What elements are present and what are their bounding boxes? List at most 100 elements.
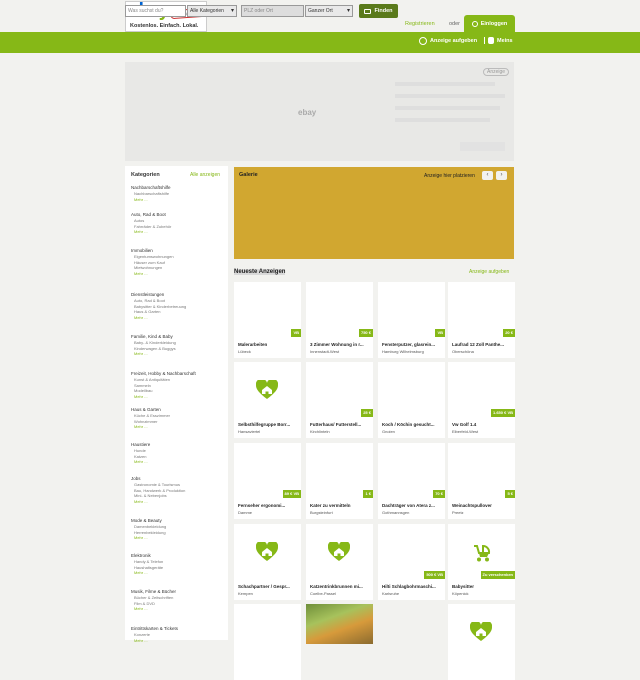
listing-location: Kempen [238,591,253,596]
show-all-link[interactable]: Alle anzeigen [190,172,220,178]
price-badge: 70 € [433,490,445,498]
gallery-panel: Galerie Anzeige hier platzieren ‹ › [234,167,514,259]
listing-title[interactable]: Koch / Köchin gesucht... [382,422,444,427]
listing-card[interactable]: Selbsthilfegruppe Borr... Hansaviertel [234,362,301,438]
more-link[interactable]: Mehr ... [131,570,225,576]
gallery-cta-link[interactable]: Anzeige hier platzieren [424,173,475,179]
more-link[interactable]: Mehr ... [131,459,225,465]
price-badge: VB [291,329,301,337]
ad-banner[interactable] [125,62,514,161]
listing-title[interactable]: Fensterputzer, glasrein... [382,342,444,347]
listing-location: Damme [238,510,253,515]
post-ad-link[interactable]: Anzeige aufgeben [469,269,509,275]
listing-card[interactable]: 750 € 3 Zimmer Wohnung in r... Innenstadt-… [306,282,373,358]
listing-title[interactable]: Katzentrinkbrunnen mi... [310,584,372,589]
listing-title[interactable]: Laufrad 12 Zoll Panthe... [452,342,514,347]
listing-title[interactable]: 3 Zimmer Wohnung in r... [310,342,372,347]
more-link[interactable]: Mehr ... [131,197,225,203]
more-link[interactable]: Mehr ... [131,394,225,400]
next-arrow-icon[interactable]: › [496,171,507,180]
price-badge: 1 € [363,490,373,498]
listing-location: Coelbe-Passel [310,591,337,596]
category-group: Musik, Filme & Bücher Bücher & Zeitschrif… [131,589,225,612]
heart-house-icon [327,540,351,562]
more-link[interactable]: Mehr ... [131,638,225,644]
post-ad-button[interactable]: Anzeige aufgeben [419,37,477,45]
listing-card[interactable] [448,604,515,680]
radius-select[interactable]: Ganzer Ort [305,5,353,17]
listing-location: Lübeck [238,349,251,354]
listing-card[interactable]: 70 € Dachträger von Atera z... Gothmannsge… [378,443,445,519]
listing-location: Karlsruhe [382,591,400,596]
sidebar-heading: Kategorien [131,172,160,178]
listing-photo [306,604,373,644]
listing-card[interactable]: 25 € Futterhaus/ Futterstell... Kirchlinte… [306,362,373,438]
listing-title[interactable]: Fernseher ergonomi... [238,503,300,508]
more-link[interactable]: Mehr ... [131,424,225,430]
more-link[interactable]: Mehr ... [131,535,225,541]
listing-card[interactable]: Zu verschenken Babysitter Köpenick [448,524,515,600]
listing-location: Hamburg Wilhelmsburg [382,349,424,354]
listing-card[interactable]: 20 € Laufrad 12 Zoll Panthe... Oberschöna [448,282,515,358]
listing-card[interactable]: VB Malerarbeiten Lübeck [234,282,301,358]
listing-title[interactable]: Kater zu vermitteln [310,503,372,508]
category-group: Haustiere Hunde Katzen Mehr ... [131,442,225,465]
listing-card[interactable] [234,604,301,680]
price-badge: 5 € [505,490,515,498]
login-button[interactable]: Einloggen [464,15,515,32]
listing-title[interactable]: Vw Golf 1.4 [452,422,514,427]
more-link[interactable]: Mehr ... [131,351,225,357]
listing-card[interactable] [306,604,373,680]
category-group: Freizeit, Hobby & Nachbarschaft Kunst & A… [131,371,225,399]
heart-house-icon [255,540,279,562]
listing-title[interactable]: Selbsthilfegruppe Borr... [238,422,300,427]
search-input[interactable]: Was suchst du? [125,5,186,17]
price-badge: 25 € [361,409,373,417]
listing-title[interactable]: Weinachtspullover [452,503,514,508]
listing-location: Köpenick [452,591,469,596]
listing-card[interactable]: VB Fensterputzer, glasrein... Hamburg Wilh… [378,282,445,358]
listing-image [234,524,301,582]
listing-title[interactable]: Hilti Schlagbohrmaschi... [382,584,444,589]
listing-card[interactable]: 5 € Weinachtspullover Preetz [448,443,515,519]
mine-button[interactable]: Meins [484,37,513,44]
search-bar [0,32,640,53]
listing-title[interactable]: Dachträger von Atera z... [382,503,444,508]
listing-title[interactable]: Futterhaus/ Futterstell... [310,422,372,427]
post-ad-label: Anzeige aufgeben [430,38,478,44]
newest-heading: Neueste Anzeigen [234,269,286,275]
listing-title[interactable]: Malerarbeiten [238,342,300,347]
location-input[interactable]: PLZ oder Ort [241,5,304,17]
listing-card[interactable]: 1.650 € VB Vw Golf 1.4 Elberfeld-West [448,362,515,438]
listing-image [448,604,515,662]
price-badge: 750 € [358,329,373,337]
find-button[interactable]: Finden [359,4,398,18]
listing-card[interactable]: 89 € VB Fernseher ergonomi... Damme [234,443,301,519]
user-icon [471,20,478,27]
listing-card[interactable]: 500 € VB Hilti Schlagbohrmaschi... Karlsru… [378,524,445,600]
listing-card[interactable]: Koch / Köchin gesucht... Gnoien [378,362,445,438]
listing-title[interactable]: Schachpartner / Gespr... [238,584,300,589]
listing-title[interactable]: Babysitter [452,584,514,589]
listing-card[interactable]: Schachpartner / Gespr... Kempen [234,524,301,600]
category-sidebar: Kategorien Alle anzeigen Nachbarschaftsh… [125,166,228,643]
register-link[interactable]: Registrieren [405,21,435,27]
more-link[interactable]: Mehr ... [131,271,225,277]
more-link[interactable]: Mehr ... [131,315,225,321]
listing-location: Elberfeld-West [452,429,479,434]
heart-house-icon [255,378,279,400]
category-select[interactable]: Alle Kategorien [187,5,237,17]
listing-card[interactable]: Katzentrinkbrunnen mi... Coelbe-Passel [306,524,373,600]
more-link[interactable]: Mehr ... [131,499,225,505]
listing-image [234,604,301,662]
prev-arrow-icon[interactable]: ‹ [482,171,493,180]
more-link[interactable]: Mehr ... [131,229,225,235]
listing-image [234,362,301,420]
category-group: Dienstleistungen Auto, Rad & Boot Babysitt… [131,292,225,320]
more-link[interactable]: Mehr ... [131,606,225,612]
ad-label: Anzeige [483,68,510,76]
category-group: Nachbarschaftshilfe Nachbarschaftshilfe Me… [131,185,225,202]
ad-logo: ebay [298,108,317,117]
category-group: Haus & Garten Küche & Esszimmer Wohnzimmer… [131,407,225,430]
listing-card[interactable]: 1 € Kater zu vermitteln Burgsteinfurt [306,443,373,519]
